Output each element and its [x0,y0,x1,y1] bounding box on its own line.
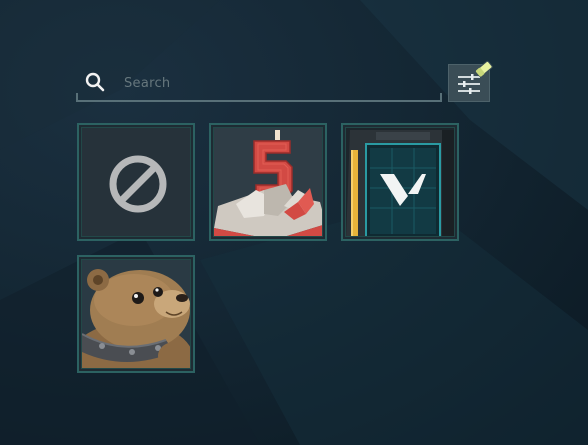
device-tile[interactable] [341,123,459,241]
tile-frame [213,127,323,237]
eraser-icon [475,60,493,78]
cake-candle-tile[interactable] [209,123,327,241]
cake-candle-5-icon [214,128,322,236]
tile-frame [345,127,455,237]
bear-tile[interactable] [77,255,195,373]
tile-frame [81,259,191,369]
none-tile[interactable] [77,123,195,241]
search-icon [85,72,105,92]
prohibited-icon [82,128,190,236]
tile-frame [81,127,191,237]
v-device-icon [346,128,454,236]
filter-button[interactable] [448,60,493,102]
search-bar[interactable] [76,64,442,102]
bear-icon [82,260,190,368]
search-input[interactable] [122,70,426,96]
